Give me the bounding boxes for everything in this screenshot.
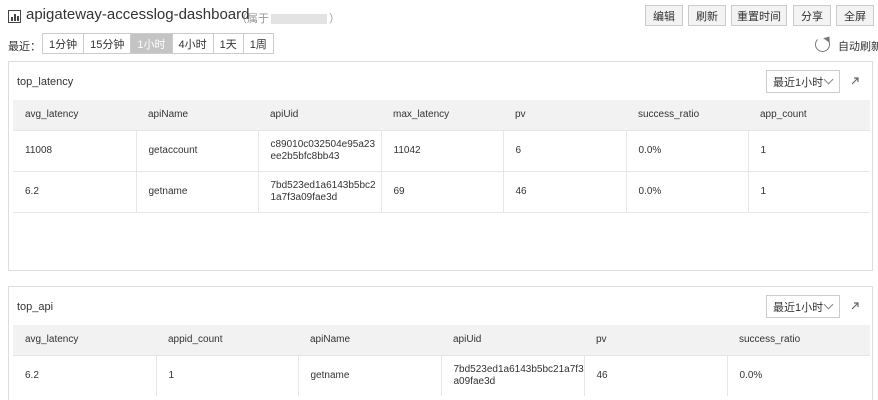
range-option-1d[interactable]: 1天 xyxy=(213,34,244,53)
chevron-down-icon xyxy=(823,299,834,310)
owner-suffix: ） xyxy=(329,13,340,25)
range-option-1m[interactable]: 1分钟 xyxy=(43,34,85,53)
edit-button[interactable]: 编辑 xyxy=(645,5,683,26)
share-button[interactable]: 分享 xyxy=(793,5,831,26)
range-option-4h[interactable]: 4小时 xyxy=(172,34,214,53)
column-header[interactable]: appid_count xyxy=(156,325,298,355)
table-cell: 0.0% xyxy=(727,354,870,396)
table-cell: 1 xyxy=(748,129,870,171)
expand-icon[interactable] xyxy=(850,76,860,86)
table-cell: 46 xyxy=(503,170,627,212)
dashboard-icon xyxy=(8,10,21,23)
table-cell: 6.2 xyxy=(13,170,137,212)
column-header[interactable]: success_ratio xyxy=(626,100,748,130)
time-range-bar: 最近： 1分钟 15分钟 1小时 4小时 1天 1周 自动刷新 xyxy=(0,33,878,55)
table-cell: 7bd523ed1a6143b5bc21a7f3 a09fae3d xyxy=(441,354,585,396)
panel-title: top_latency xyxy=(17,76,74,88)
owner-prefix: （属于 xyxy=(236,13,269,25)
panel-range-value: 最近1小时 xyxy=(773,76,824,89)
column-header[interactable]: apiName xyxy=(136,100,258,130)
column-header[interactable]: pv xyxy=(584,325,727,355)
panel-top-api: top_api 最近1小时 avg_latency appid_count ap… xyxy=(8,286,873,400)
chevron-down-icon xyxy=(823,74,834,85)
column-header[interactable]: apiName xyxy=(298,325,441,355)
table-cell: 11008 xyxy=(13,129,137,171)
range-option-1w[interactable]: 1周 xyxy=(243,34,273,53)
refresh-button[interactable]: 刷新 xyxy=(688,5,726,26)
table-bottom-border xyxy=(13,212,870,213)
table-header-row: avg_latency apiName apiUid max_latency p… xyxy=(13,100,870,130)
panel-range-select[interactable]: 最近1小时 xyxy=(766,295,840,318)
column-header[interactable]: success_ratio xyxy=(727,325,870,355)
table-cell: 46 xyxy=(584,354,728,396)
column-header[interactable]: avg_latency xyxy=(13,100,136,130)
column-header[interactable]: max_latency xyxy=(381,100,503,130)
data-table: avg_latency appid_count apiName apiUid p… xyxy=(13,325,870,396)
fullscreen-button[interactable]: 全屏 xyxy=(836,5,874,26)
table-cell: 6 xyxy=(503,129,627,171)
expand-icon[interactable] xyxy=(850,301,860,311)
table-cell: 7bd523ed1a6143b5bc2 1a7f3a09fae3d xyxy=(258,170,382,212)
time-range-selector: 1分钟 15分钟 1小时 4小时 1天 1周 xyxy=(42,33,274,54)
auto-refresh-icon[interactable] xyxy=(815,37,830,52)
range-option-1h[interactable]: 1小时 xyxy=(131,34,173,53)
column-header[interactable]: avg_latency xyxy=(13,325,156,355)
dashboard-header: apigateway-accesslog-dashboard （属于 ） 编辑 刷… xyxy=(0,0,878,32)
panel-top-latency: top_latency 最近1小时 avg_latency apiName ap… xyxy=(8,61,873,271)
owner-label: （属于 ） xyxy=(236,10,340,26)
table-cell: 11042 xyxy=(381,129,504,171)
table-cell: getaccount xyxy=(136,129,259,171)
dashboard-title: apigateway-accesslog-dashboard xyxy=(26,6,250,23)
table-cell: getname xyxy=(136,170,259,212)
table-cell: 1 xyxy=(748,170,870,212)
table-cell: getname xyxy=(298,354,442,396)
owner-name-redacted xyxy=(271,14,327,25)
reset-time-button[interactable]: 重置时间 xyxy=(731,5,787,26)
data-table: avg_latency apiName apiUid max_latency p… xyxy=(13,100,870,212)
table-cell: 0.0% xyxy=(626,129,749,171)
table-row: 6.2 getname 7bd523ed1a6143b5bc2 1a7f3a09… xyxy=(13,170,870,212)
column-header[interactable]: apiUid xyxy=(441,325,584,355)
table-header-row: avg_latency appid_count apiName apiUid p… xyxy=(13,325,870,355)
table-cell: 0.0% xyxy=(626,170,749,212)
column-header[interactable]: app_count xyxy=(748,100,870,130)
table-row: 11008 getaccount c89010c032504e95a23 ee2… xyxy=(13,129,870,171)
recent-label: 最近： xyxy=(8,41,41,53)
table-cell: 6.2 xyxy=(13,354,157,396)
table-cell: 1 xyxy=(156,354,299,396)
column-header[interactable]: pv xyxy=(503,100,626,130)
auto-refresh-label[interactable]: 自动刷新 xyxy=(838,38,878,54)
panel-range-value: 最近1小时 xyxy=(773,301,824,314)
table-cell: 69 xyxy=(381,170,504,212)
table-cell: c89010c032504e95a23 ee2b5bfc8bb43 xyxy=(258,129,382,171)
table-row: 6.2 1 getname 7bd523ed1a6143b5bc21a7f3 a… xyxy=(13,354,870,396)
panel-title: top_api xyxy=(17,301,54,313)
column-header[interactable]: apiUid xyxy=(258,100,381,130)
range-option-15m[interactable]: 15分钟 xyxy=(84,34,132,53)
panel-range-select[interactable]: 最近1小时 xyxy=(766,70,840,93)
